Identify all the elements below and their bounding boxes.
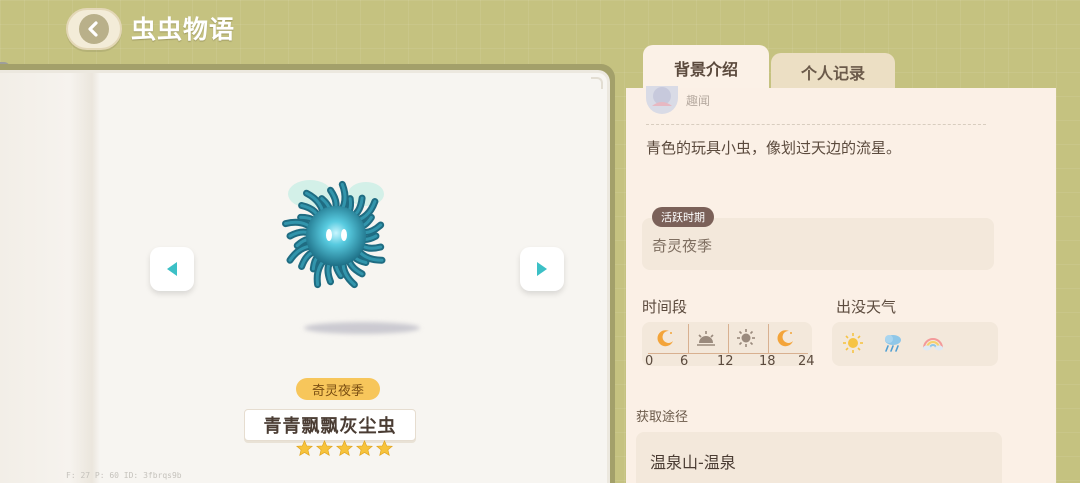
tab-background[interactable]: 背景介绍 [643, 45, 769, 91]
time-label-12: 12 [717, 354, 734, 369]
obtain-location: 温泉山-温泉 [650, 453, 736, 472]
rainbow-icon [923, 338, 943, 351]
timeline-tick [688, 324, 689, 354]
trivia-label: 趣闻 [686, 94, 711, 108]
active-period-tag: 活跃时期 [652, 207, 714, 227]
tab-personal-record[interactable]: 个人记录 [771, 53, 895, 91]
active-period-value: 奇灵夜季 [652, 237, 713, 255]
star-icon [336, 440, 353, 457]
prev-bug-button[interactable] [150, 247, 194, 291]
timeline-tick [728, 324, 729, 354]
time-label-0: 0 [645, 354, 654, 369]
timeline-tick [768, 324, 769, 354]
dust-bug-illustration [282, 180, 386, 289]
rating-stars [296, 440, 396, 458]
star-icon [296, 440, 313, 457]
page-corner [591, 77, 603, 89]
back-button[interactable] [66, 8, 122, 50]
bug-shadow [304, 322, 420, 334]
time-label-6: 6 [680, 354, 689, 369]
right-triangle-icon [537, 262, 547, 276]
debug-readout: F: 27 P: 60 ID: 3fbrqs9b [66, 471, 182, 480]
rain-icon [885, 335, 901, 352]
next-bug-button[interactable] [520, 247, 564, 291]
left-triangle-icon [167, 262, 177, 276]
book-spine [0, 73, 100, 483]
sun-icon [737, 329, 755, 347]
sunrise-icon [697, 331, 715, 346]
moon-icon [777, 330, 793, 347]
back-arrow-icon [79, 14, 109, 44]
obtain-label: 获取途径 [636, 410, 689, 425]
weather-section-label: 出没天气 [836, 298, 897, 316]
page-title: 虫虫物语 [131, 15, 236, 44]
star-icon [356, 440, 373, 457]
time-label-24: 24 [798, 354, 815, 369]
sunny-icon [843, 333, 863, 353]
time-section-label: 时间段 [642, 298, 688, 316]
moon-icon [657, 330, 673, 347]
star-icon [316, 440, 333, 457]
star-icon [376, 440, 393, 457]
time-label-18: 18 [759, 354, 776, 369]
divider [646, 124, 986, 125]
info-panel: 趣闻 青色的玩具小虫，像划过天边的流星。 活跃时期 奇灵夜季 时间段 出没天气 … [626, 86, 1056, 483]
bug-name-plate: 青青飘飘灰尘虫 [244, 409, 416, 441]
season-tag: 奇灵夜季 [296, 378, 380, 400]
trivia-avatar-icon [646, 86, 678, 114]
bug-description: 青色的玩具小虫，像划过天边的流星。 [646, 139, 902, 157]
